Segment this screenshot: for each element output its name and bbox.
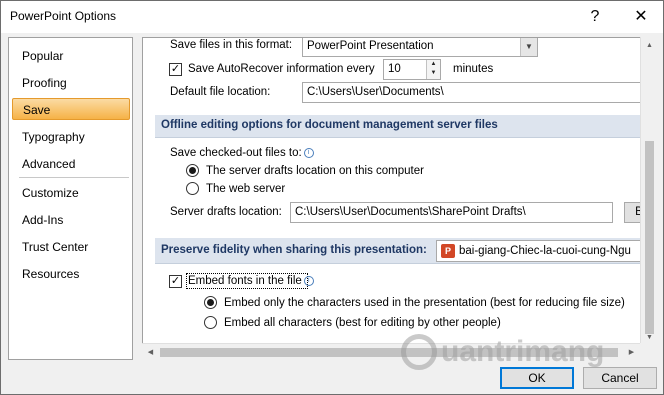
embed-all-label: Embed all characters (best for editing b…	[224, 317, 501, 329]
embed-fonts-checkbox[interactable]: ✓	[169, 275, 182, 288]
save-format-dropdown[interactable]: PowerPoint Presentation ▼	[302, 38, 538, 57]
close-icon[interactable]: ✕	[621, 5, 661, 29]
nav-divider	[19, 177, 129, 178]
scroll-left-icon[interactable]: ◀	[142, 344, 159, 361]
window-title: PowerPoint Options	[10, 9, 117, 23]
nav-item-trust-center[interactable]: Trust Center	[12, 236, 130, 258]
server-drafts-location-value: C:\Users\User\Documents\SharePoint Draft…	[295, 206, 526, 218]
chevron-down-icon: ▼	[520, 38, 537, 56]
spin-down-icon[interactable]: ▼	[427, 69, 440, 78]
nav-item-add-ins[interactable]: Add-Ins	[12, 209, 130, 231]
server-drafts-location-label: Server drafts location:	[170, 206, 282, 218]
ok-button[interactable]: OK	[500, 367, 574, 389]
embed-fonts-text: Embed fonts in the file	[188, 275, 302, 287]
embed-only-used-label: Embed only the characters used in the pr…	[224, 297, 625, 309]
nav-item-proofing[interactable]: Proofing	[12, 72, 130, 94]
nav-item-save[interactable]: Save	[12, 98, 130, 120]
powerpoint-file-icon: P	[441, 244, 455, 258]
scroll-up-icon[interactable]: ▲	[641, 37, 658, 54]
browse-button[interactable]: B	[624, 202, 640, 223]
server-drafts-option-label: The server drafts location on this compu…	[206, 165, 424, 177]
scrollbar-corner	[640, 343, 657, 360]
help-icon[interactable]: ?	[575, 5, 615, 29]
vertical-scroll-thumb[interactable]	[645, 141, 654, 334]
nav-item-customize[interactable]: Customize	[12, 182, 130, 204]
scroll-right-icon[interactable]: ▶	[623, 344, 640, 361]
default-location-input[interactable]: C:\Users\User\Documents\	[302, 82, 640, 103]
web-server-radio[interactable]	[186, 182, 199, 195]
offline-editing-section-header: Offline editing options for document man…	[155, 115, 640, 138]
server-drafts-location-input[interactable]: C:\Users\User\Documents\SharePoint Draft…	[290, 202, 613, 223]
default-location-value: C:\Users\User\Documents\	[307, 86, 444, 98]
save-checked-out-label: Save checked-out files to: i	[170, 147, 314, 159]
embed-only-used-radio[interactable]	[204, 296, 217, 309]
watermark-text: uantrimang	[441, 335, 605, 368]
spin-up-icon[interactable]: ▲	[427, 60, 440, 69]
cancel-button[interactable]: Cancel	[583, 367, 657, 389]
web-server-option-label: The web server	[206, 183, 286, 195]
preserve-fidelity-title: Preserve fidelity when sharing this pres…	[161, 244, 427, 256]
save-checked-out-text: Save checked-out files to:	[170, 147, 302, 159]
nav-item-resources[interactable]: Resources	[12, 263, 130, 285]
fidelity-file-value: bai-giang-Chiec-la-cuoi-cung-Ngu	[459, 245, 631, 257]
options-content: Save files in this format: PowerPoint Pr…	[142, 37, 640, 360]
default-location-label: Default file location:	[170, 86, 271, 98]
watermark-logo-icon	[401, 334, 437, 370]
autorecover-minutes-stepper[interactable]: 10 ▲ ▼	[383, 59, 441, 80]
embed-fonts-label: Embed fonts in the file i	[188, 275, 314, 287]
info-icon: i	[303, 275, 314, 286]
options-nav: Popular Proofing Save Typography Advance…	[8, 37, 133, 360]
autorecover-unit: minutes	[453, 63, 494, 75]
powerpoint-options-dialog: PowerPoint Options ? ✕ Popular Proofing …	[0, 0, 664, 395]
autorecover-minutes-value: 10	[388, 63, 401, 75]
nav-item-popular[interactable]: Popular	[12, 45, 130, 67]
info-icon: i	[303, 147, 314, 158]
vertical-scrollbar[interactable]: ▲ ▼	[640, 37, 657, 346]
save-format-label: Save files in this format:	[170, 39, 293, 51]
fidelity-file-dropdown[interactable]: P bai-giang-Chiec-la-cuoi-cung-Ngu	[436, 240, 640, 262]
nav-item-typography[interactable]: Typography	[12, 126, 130, 148]
autorecover-label: Save AutoRecover information every	[188, 63, 375, 75]
autorecover-checkbox[interactable]: ✓	[169, 63, 182, 76]
nav-item-advanced[interactable]: Advanced	[12, 153, 130, 175]
offline-editing-title: Offline editing options for document man…	[161, 119, 498, 131]
server-drafts-radio[interactable]	[186, 164, 199, 177]
save-format-value: PowerPoint Presentation	[307, 40, 434, 52]
embed-all-radio[interactable]	[204, 316, 217, 329]
title-bar: PowerPoint Options ? ✕	[1, 1, 663, 33]
